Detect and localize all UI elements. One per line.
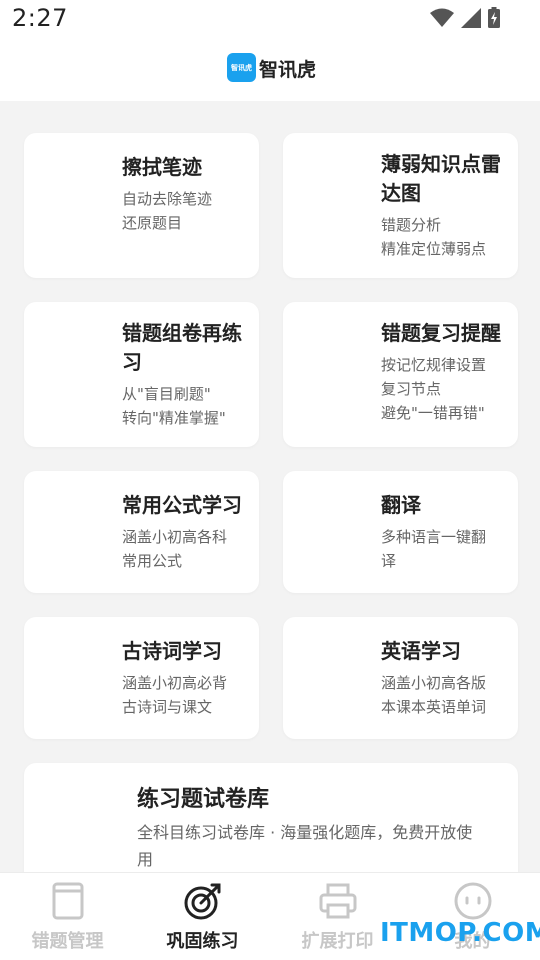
card-desc-line: 译: [381, 552, 397, 570]
card-desc-line: 转向"精准掌握": [122, 409, 226, 427]
card-desc-line: 精准定位薄弱点: [381, 240, 487, 258]
app-logo: 智讯虎: [227, 53, 256, 82]
card-desc-line: 本课本英语单词: [381, 698, 487, 716]
app-title: 智讯虎: [259, 59, 317, 81]
printer-icon: [319, 883, 357, 919]
card-title: 错题组卷再练习: [122, 321, 242, 374]
card-desc-line: 自动去除笔迹: [122, 190, 213, 208]
card-desc-line: 用: [137, 850, 154, 869]
card-poetry-study[interactable]: 古诗词学习 涵盖小初高必背 古诗词与课文: [24, 617, 259, 739]
card-review-reminder[interactable]: 错题复习提醒 按记忆规律设置 复习节点 避免"一错再错": [283, 302, 518, 447]
card-desc-line: 按记忆规律设置: [381, 356, 487, 374]
card-desc-line: 常用公式: [122, 552, 183, 570]
card-desc-line: 错题分析: [381, 216, 442, 234]
card-formula-study[interactable]: 常用公式学习 涵盖小初高各科 常用公式: [24, 471, 259, 593]
card-mistake-paper[interactable]: 错题组卷再练习 从"盲目刷题" 转向"精准掌握": [24, 302, 259, 447]
card-title: 翻译: [381, 493, 421, 517]
card-desc-line: 多种语言一键翻: [381, 528, 487, 546]
card-desc-line: 全科目练习试卷库 · 海量强化题库，免费开放使: [137, 823, 473, 842]
card-title: 薄弱知识点雷达图: [381, 152, 501, 205]
card-weakness-radar[interactable]: 薄弱知识点雷达图 错题分析 精准定位薄弱点: [283, 133, 518, 278]
card-title: 错题复习提醒: [381, 321, 501, 345]
status-icons: [430, 7, 500, 28]
app-header: 智讯虎 智讯虎: [0, 38, 540, 101]
card-english-study[interactable]: 英语学习 涵盖小初高各版 本课本英语单词: [283, 617, 518, 739]
nav-label: 错题管理: [31, 931, 104, 952]
card-desc-line: 从"盲目刷题": [122, 385, 211, 403]
card-desc-line: 古诗词与课文: [122, 698, 213, 716]
card-translate[interactable]: 翻译 多种语言一键翻 译: [283, 471, 518, 593]
card-desc-line: 复习节点: [381, 380, 442, 398]
card-desc-line: 避免"一错再错": [381, 404, 485, 422]
card-desc-line: 还原题目: [122, 214, 183, 232]
wifi-icon: [430, 8, 454, 27]
card-title: 英语学习: [381, 639, 461, 663]
watermark: ITMOP.COM: [380, 918, 540, 948]
target-icon: [184, 883, 221, 920]
battery-icon: [488, 7, 500, 28]
card-title: 古诗词学习: [122, 639, 222, 663]
card-desc-line: 涵盖小初高必背: [122, 674, 228, 692]
card-desc-line: 涵盖小初高各版: [381, 674, 487, 692]
card-title: 练习题试卷库: [137, 787, 270, 812]
card-erase-handwriting[interactable]: 擦拭笔迹 自动去除笔迹 还原题目: [24, 133, 259, 278]
face-icon: [454, 882, 492, 920]
card-desc-line: 涵盖小初高各科: [122, 528, 228, 546]
logo-text: 智讯虎: [231, 63, 252, 72]
card-title: 擦拭笔迹: [122, 155, 202, 179]
status-time: 2:27: [12, 4, 68, 32]
card-title: 常用公式学习: [122, 493, 242, 517]
status-bar: 2:27: [0, 0, 540, 38]
nav-item-practice[interactable]: 巩固练习: [135, 873, 270, 960]
book-icon: [52, 882, 84, 920]
signal-icon: [461, 8, 481, 28]
nav-label: 巩固练习: [166, 931, 239, 952]
nav-item-mistake-management[interactable]: 错题管理: [0, 873, 135, 960]
